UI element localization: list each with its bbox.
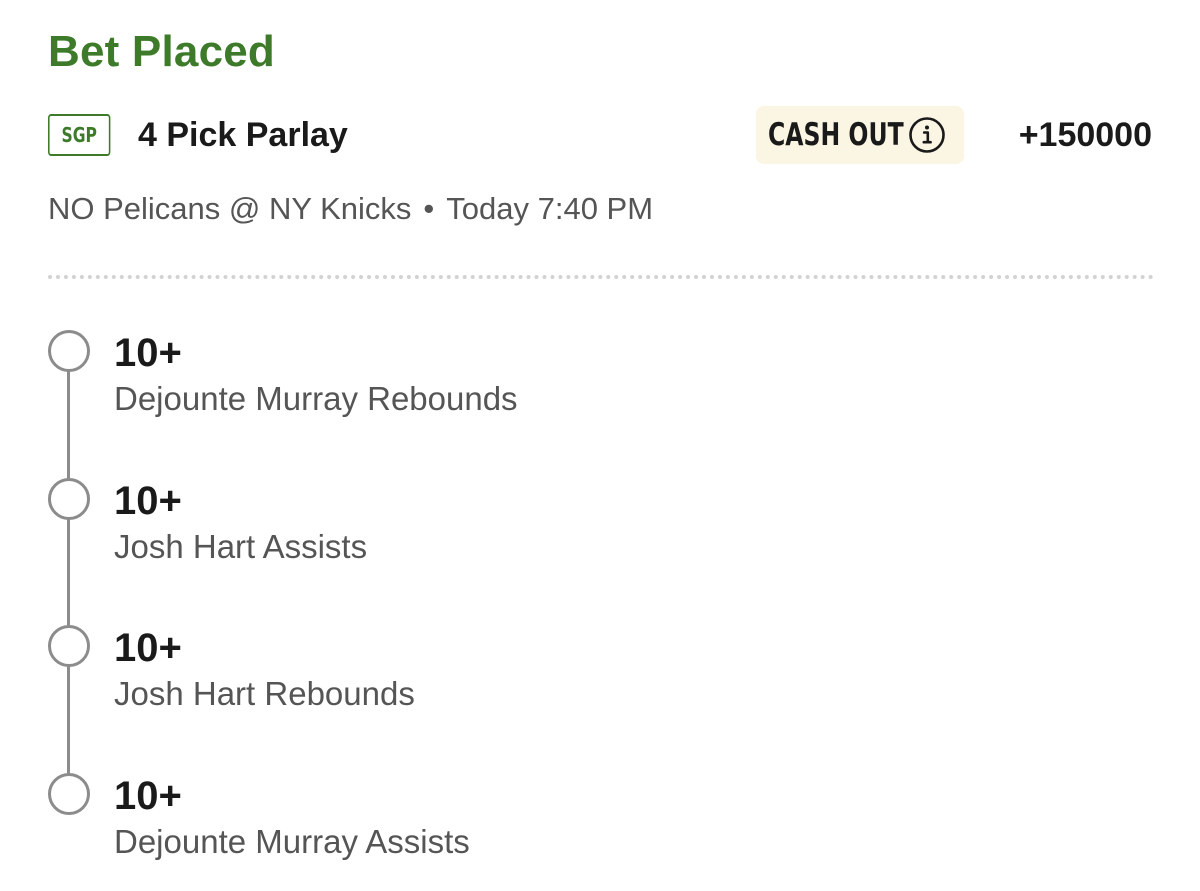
info-icon[interactable]: [908, 116, 946, 154]
empty-circle-icon: [48, 625, 90, 667]
separator-dot: •: [423, 191, 435, 226]
leg-line: 10+: [114, 479, 182, 523]
dotted-divider: [48, 275, 1154, 279]
page-title: Bet Placed: [48, 27, 275, 76]
empty-circle-icon: [48, 478, 90, 520]
leg-line: 10+: [114, 626, 182, 670]
leg-market: Dejounte Murray Rebounds: [114, 380, 518, 417]
empty-circle-icon: [48, 330, 90, 372]
leg-item: 10+ Dejounte Murray Assists: [48, 773, 1148, 873]
cash-out-button[interactable]: CASH OUT: [756, 106, 964, 164]
leg-line: 10+: [114, 774, 182, 818]
leg-line: 10+: [114, 331, 182, 375]
bet-type-label: 4 Pick Parlay: [138, 116, 348, 154]
bet-slip: Bet Placed SGP 4 Pick Parlay CASH OUT +1…: [0, 0, 1200, 891]
leg-item: 10+ Josh Hart Rebounds: [48, 625, 1148, 725]
leg-market: Dejounte Murray Assists: [114, 823, 470, 860]
leg-market: Josh Hart Assists: [114, 528, 368, 565]
odds-value: +150000: [1018, 116, 1152, 154]
bet-header: SGP 4 Pick Parlay CASH OUT +150000: [48, 106, 1152, 164]
sgp-badge: SGP: [48, 114, 111, 156]
matchup-text: NO Pelicans @ NY Knicks: [48, 191, 412, 226]
leg-market: Josh Hart Rebounds: [114, 675, 415, 712]
game-time: Today 7:40 PM: [446, 191, 654, 226]
leg-item: 10+ Josh Hart Assists: [48, 478, 1148, 578]
empty-circle-icon: [48, 773, 90, 815]
leg-item: 10+ Dejounte Murray Rebounds: [48, 330, 1148, 430]
game-info: NO Pelicans @ NY Knicks • Today 7:40 PM: [48, 188, 653, 230]
cash-out-label: CASH OUT: [768, 117, 904, 153]
